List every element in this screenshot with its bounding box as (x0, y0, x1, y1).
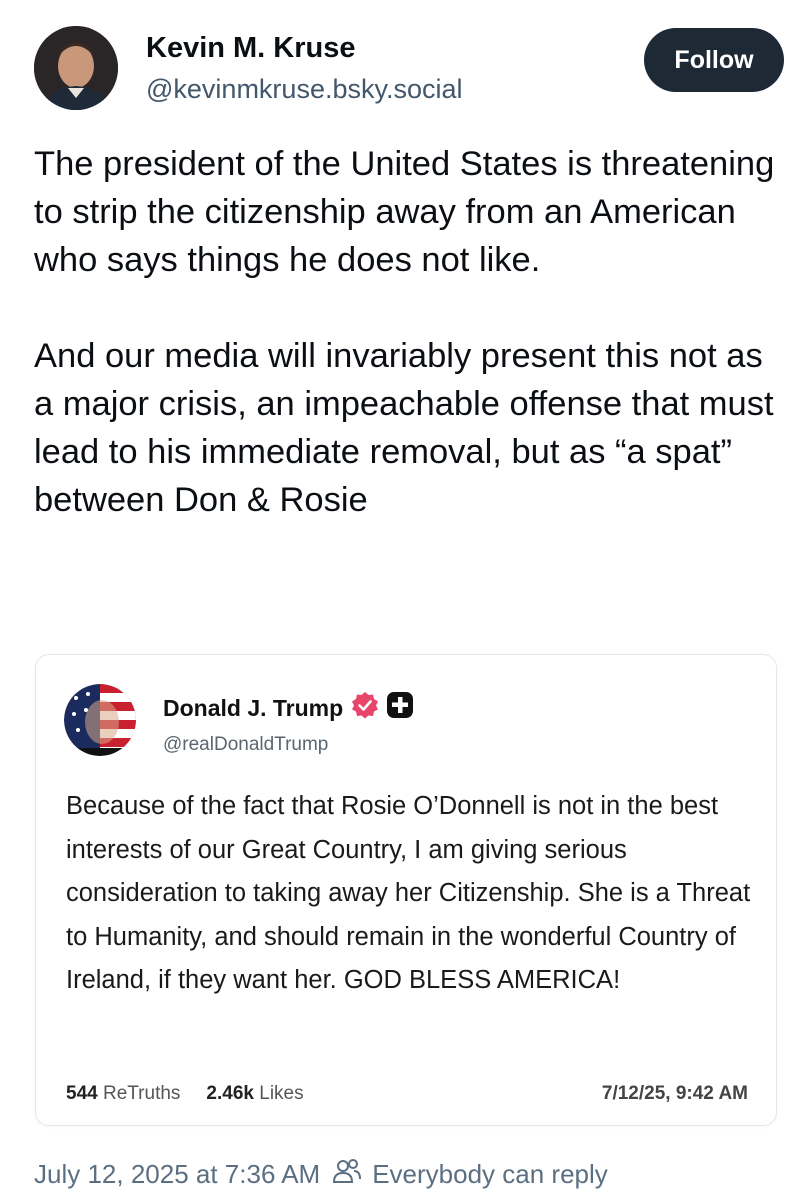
quoted-post-timestamp: 7/12/25, 9:42 AM (601, 1083, 748, 1104)
likes-stat[interactable]: 2.46k Likes (206, 1083, 303, 1105)
quoted-post-text: Because of the fact that Rosie O’Donnell… (66, 792, 751, 994)
people-icon (332, 1158, 362, 1191)
quoted-post-card[interactable]: Donald J. Trump @realDonaldTrump Because… (35, 654, 777, 1126)
post-timestamp: July 12, 2025 at 7:36 AM (34, 1159, 321, 1189)
post-paragraph: The president of the United States is th… (34, 145, 775, 279)
quoted-author-avatar[interactable] (64, 684, 136, 756)
verified-badge-icon (351, 691, 379, 725)
post-footer: July 12, 2025 at 7:36 AM Everybody can r… (34, 1158, 608, 1191)
author-handle[interactable]: @kevinmkruse.bsky.social (146, 74, 463, 105)
retruths-count: 544 (66, 1083, 98, 1104)
likes-count: 2.46k (206, 1083, 254, 1104)
follow-button[interactable]: Follow (644, 28, 784, 92)
post-header: Kevin M. Kruse @kevinmkruse.bsky.social … (34, 26, 784, 110)
retruths-label: ReTruths (102, 1083, 181, 1104)
author-name[interactable]: Kevin M. Kruse (146, 32, 356, 65)
author-avatar[interactable] (34, 26, 118, 110)
quoted-author-row: Donald J. Trump (163, 691, 414, 725)
likes-label: Likes (259, 1083, 304, 1104)
quoted-post-stats: 544 ReTruths 2.46k Likes (66, 1083, 304, 1105)
quoted-author-name[interactable]: Donald J. Trump (163, 695, 343, 722)
reply-setting-label: Everybody can reply (372, 1159, 608, 1189)
post-text: The president of the United States is th… (34, 140, 779, 524)
retruths-stat[interactable]: 544 ReTruths (66, 1083, 180, 1105)
post-paragraph: And our media will invariably present th… (34, 337, 774, 519)
reply-setting: Everybody can reply (332, 1158, 608, 1191)
quoted-author-handle[interactable]: @realDonaldTrump (163, 734, 328, 756)
truth-social-plus-icon (387, 692, 414, 724)
